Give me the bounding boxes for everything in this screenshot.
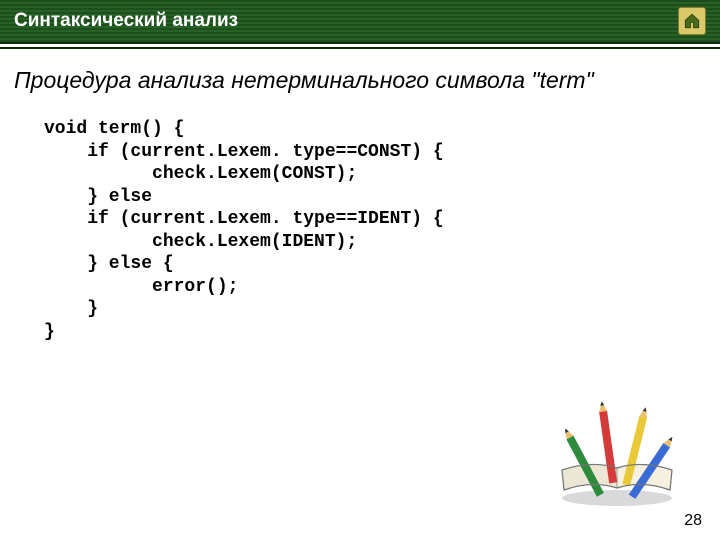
decorative-art xyxy=(542,400,692,510)
header-title: Синтаксический анализ xyxy=(14,10,238,32)
code-block: void term() { if (current.Lexem. type==C… xyxy=(0,102,720,343)
code-line: if (current.Lexem. type==IDENT) { xyxy=(44,209,444,229)
code-line: error(); xyxy=(44,277,238,297)
code-line: } else { xyxy=(44,254,174,274)
slide-header: Синтаксический анализ xyxy=(0,0,720,44)
home-button[interactable] xyxy=(678,7,706,35)
code-line: check.Lexem(IDENT); xyxy=(44,232,357,252)
code-line: void term() { xyxy=(44,119,184,139)
header-inner: Синтаксический анализ xyxy=(0,0,720,42)
code-line: } else xyxy=(44,187,152,207)
code-line: } xyxy=(44,322,55,342)
code-line: check.Lexem(CONST); xyxy=(44,164,357,184)
slide-subtitle: Процедура анализа нетерминального символ… xyxy=(0,49,720,102)
code-line: if (current.Lexem. type==CONST) { xyxy=(44,142,444,162)
pencils-book-icon xyxy=(542,400,692,510)
code-line: } xyxy=(44,299,98,319)
home-icon xyxy=(683,12,701,30)
page-number: 28 xyxy=(684,512,702,530)
